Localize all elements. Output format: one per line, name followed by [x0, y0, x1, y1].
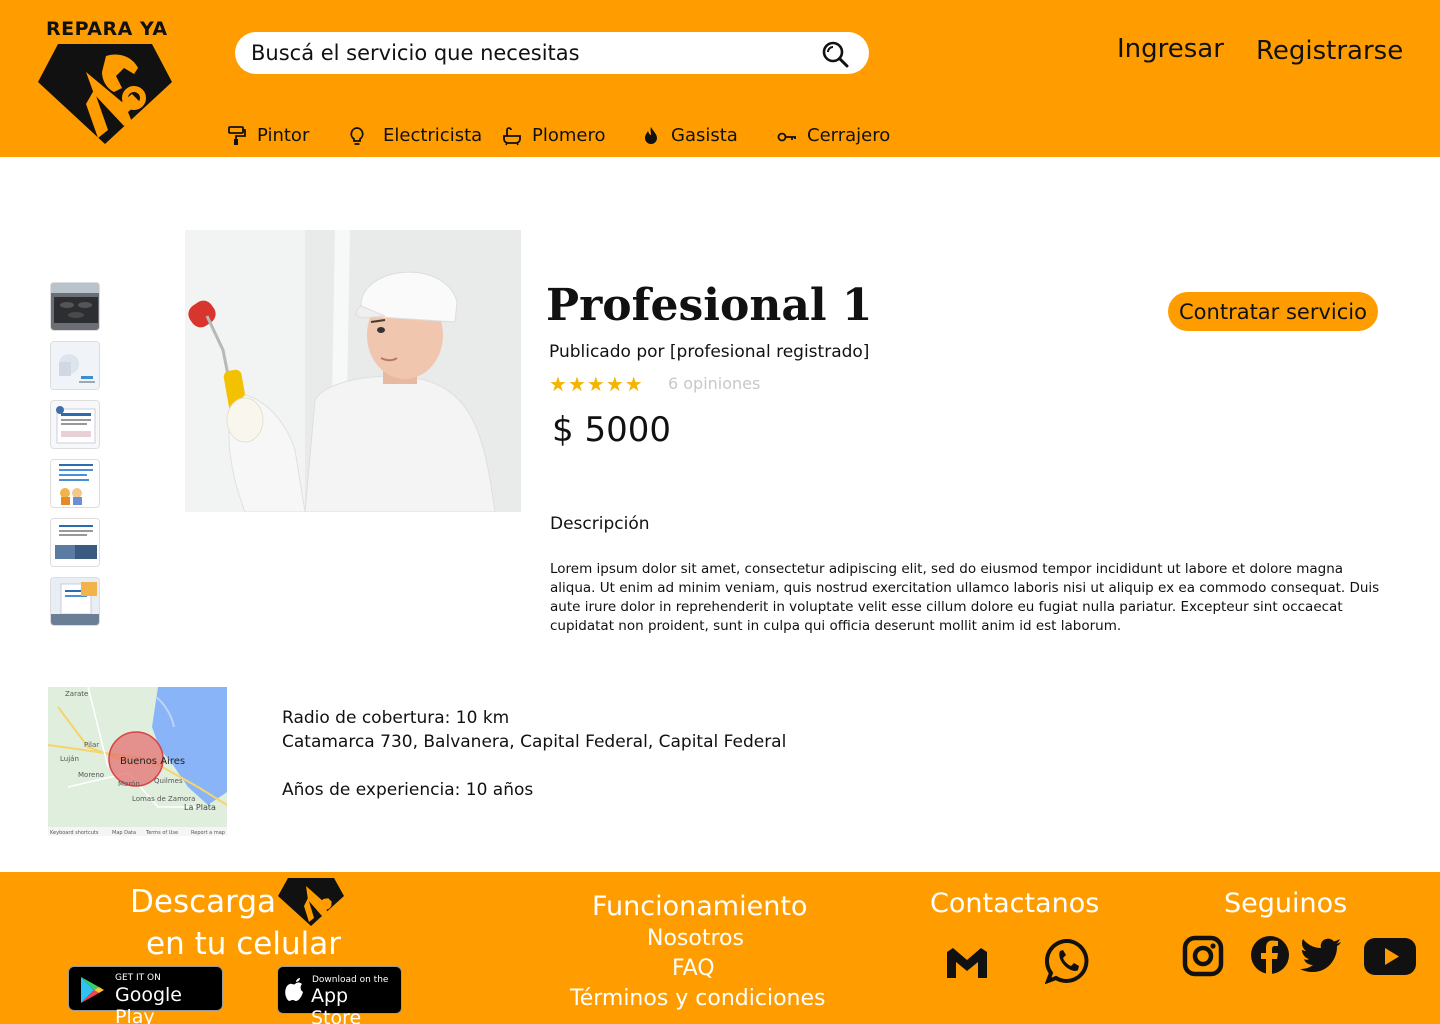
- nav-item-label: Cerrajero: [807, 125, 891, 146]
- google-play-icon: [81, 977, 104, 1003]
- nav-item-electricista[interactable]: Electricista: [347, 125, 482, 146]
- star-rating: ★ ★ ★ ★ ★: [549, 374, 643, 394]
- login-link[interactable]: Ingresar: [1117, 34, 1224, 64]
- map-label: La Plata: [184, 803, 216, 812]
- thumbnail-image[interactable]: [50, 577, 100, 626]
- page: REPARA YA Ingresar Registrarse Pintor: [0, 0, 1440, 1024]
- footer-link-terms[interactable]: Términos y condiciones: [570, 986, 826, 1011]
- nav-item-label: Pintor: [257, 125, 310, 146]
- map-footer-label: Keyboard shortcuts: [50, 830, 99, 836]
- paint-roller-icon: [228, 125, 246, 145]
- map-label: Buenos Aires: [120, 756, 185, 767]
- follow-heading: Seguinos: [1224, 888, 1348, 919]
- thumbnail-gallery: [50, 282, 100, 636]
- address: Catamarca 730, Balvanera, Capital Federa…: [282, 732, 787, 752]
- footer-logo-icon: [278, 878, 344, 926]
- map-label: Morón: [118, 780, 140, 788]
- map-label: Zarate: [65, 690, 88, 698]
- app-store-text: App Store: [311, 985, 362, 1024]
- nav-item-pintor[interactable]: Pintor: [227, 125, 309, 146]
- search-input[interactable]: [251, 36, 811, 70]
- google-play-text: Google Play: [115, 984, 183, 1024]
- register-link[interactable]: Registrarse: [1256, 36, 1403, 66]
- published-by: Publicado por [profesional registrado]: [549, 342, 870, 362]
- star-icon: ★: [549, 372, 567, 396]
- main-product-image[interactable]: [185, 230, 521, 512]
- star-icon: ★: [586, 372, 605, 396]
- star-icon: ★: [605, 372, 624, 396]
- map-label: Quilmes: [154, 777, 183, 785]
- map-label: Luján: [60, 755, 79, 763]
- search-icon[interactable]: [821, 40, 849, 68]
- description-text: Lorem ipsum dolor sit amet, consectetur …: [550, 561, 1380, 634]
- apple-icon: [285, 978, 303, 1001]
- youtube-icon[interactable]: [1364, 938, 1416, 975]
- thumbnail-image[interactable]: [50, 459, 100, 508]
- experience: Años de experiencia: 10 años: [282, 780, 534, 800]
- map-label: Lomas de Zamora: [132, 795, 195, 803]
- price: $ 5000: [552, 410, 671, 450]
- profesional-title: Profesional 1: [546, 280, 873, 331]
- google-play-badge[interactable]: GET IT ON Google Play: [68, 966, 223, 1024]
- nav-item-label: Gasista: [671, 125, 738, 146]
- nav-item-cerrajero[interactable]: Cerrajero: [777, 125, 890, 146]
- reviews-link[interactable]: 6 opiniones: [668, 374, 760, 393]
- coverage-map[interactable]: Zarate Pilar Luján Moreno Morón Buenos A…: [48, 687, 227, 836]
- download-heading: Descarga: [130, 884, 277, 920]
- download-subheading: en tu celular: [146, 926, 341, 962]
- map-footer-label: Map Data: [112, 830, 136, 836]
- hire-service-button[interactable]: Contratar servicio: [1168, 292, 1378, 331]
- header: REPARA YA Ingresar Registrarse Pintor: [0, 0, 1440, 157]
- gmail-icon[interactable]: [945, 946, 989, 980]
- thumbnail-image[interactable]: [50, 282, 100, 331]
- nav-item-label: Electricista: [383, 125, 483, 146]
- flame-icon: [645, 126, 657, 144]
- bathtub-icon: [503, 126, 521, 145]
- footer-link-nosotros[interactable]: Nosotros: [647, 926, 744, 951]
- app-store-small-text: Download on the: [312, 975, 389, 985]
- thumbnail-image[interactable]: [50, 518, 100, 567]
- star-icon: ★: [567, 372, 586, 396]
- key-icon: [777, 132, 796, 141]
- how-it-works-heading: Funcionamiento: [592, 891, 808, 922]
- footer: Descarga en tu celular GET IT ON Google …: [0, 872, 1440, 1024]
- facebook-icon[interactable]: [1250, 935, 1290, 975]
- nav-item-plomero[interactable]: Plomero: [502, 125, 606, 146]
- instagram-icon[interactable]: [1182, 935, 1224, 977]
- description-heading: Descripción: [550, 514, 650, 534]
- google-play-small-text: GET IT ON: [115, 973, 161, 983]
- brand-name: REPARA YA: [46, 18, 168, 40]
- coverage-info: Radio de cobertura: 10 km Catamarca 730,…: [282, 706, 786, 802]
- footer-link-faq[interactable]: FAQ: [672, 956, 715, 981]
- coverage-radius: Radio de cobertura: 10 km: [282, 708, 510, 728]
- lightbulb-icon: [350, 126, 364, 145]
- map-label: Moreno: [78, 771, 104, 779]
- thumbnail-image[interactable]: [50, 341, 100, 390]
- nav-item-label: Plomero: [532, 125, 606, 146]
- twitter-icon[interactable]: [1300, 938, 1342, 972]
- nav-item-gasista[interactable]: Gasista: [641, 125, 738, 146]
- contact-heading: Contactanos: [930, 888, 1100, 919]
- map-label: Pilar: [84, 741, 99, 749]
- star-icon: ★: [624, 372, 643, 396]
- whatsapp-icon[interactable]: [1045, 938, 1091, 984]
- search-bar[interactable]: [235, 32, 869, 74]
- wrench-hand-logo-icon: [38, 44, 172, 144]
- map-footer-label: Report a map: [191, 830, 225, 836]
- thumbnail-image[interactable]: [50, 400, 100, 449]
- map-footer-label: Terms of Use: [145, 830, 178, 836]
- app-store-badge[interactable]: Download on the App Store: [277, 966, 402, 1024]
- brand-logo[interactable]: REPARA YA: [30, 14, 180, 149]
